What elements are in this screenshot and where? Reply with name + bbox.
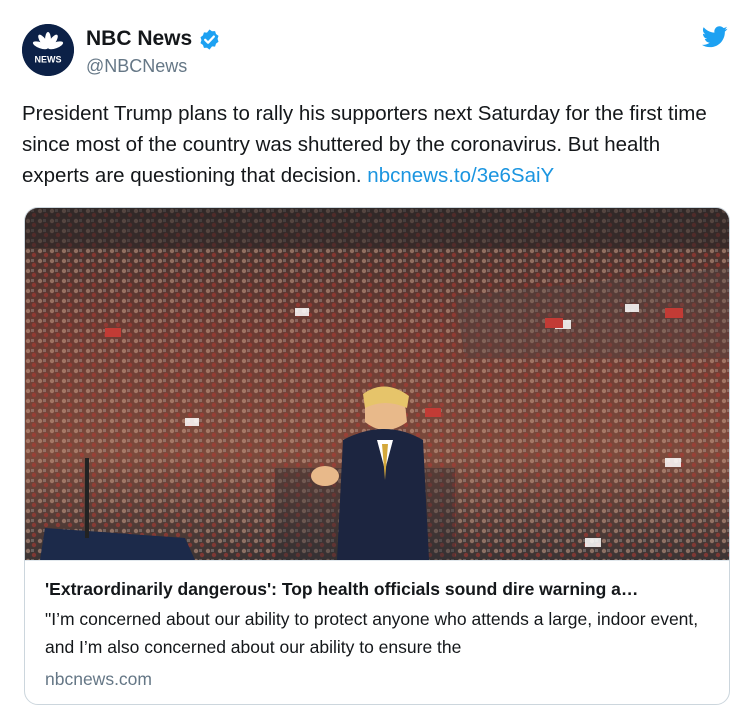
account-handle[interactable]: @NBCNews <box>86 54 221 78</box>
avatar-label: NEWS <box>35 55 62 65</box>
tweet-header: NEWS NBC News @NBCNews <box>22 22 728 82</box>
card-image[interactable] <box>25 208 729 560</box>
tweet-body: President Trump plans to rally his suppo… <box>22 102 707 187</box>
link-preview-card[interactable]: 'Extraordinarily dangerous': Top health … <box>24 207 730 705</box>
nbc-peacock-icon[interactable]: NEWS <box>22 24 74 76</box>
card-domain[interactable]: nbcnews.com <box>45 667 152 691</box>
display-name[interactable]: NBC News <box>86 26 192 52</box>
account-name-block[interactable]: NBC News @NBCNews <box>86 26 221 78</box>
card-title[interactable]: 'Extraordinarily dangerous': Top health … <box>45 577 715 601</box>
card-body[interactable]: 'Extraordinarily dangerous': Top health … <box>25 560 729 704</box>
tweet-link[interactable]: nbcnews.to/3e6SaiY <box>367 164 554 187</box>
twitter-bird-icon[interactable] <box>702 26 728 48</box>
rally-crowd-photo <box>25 208 729 560</box>
tweet-text: President Trump plans to rally his suppo… <box>22 98 728 191</box>
card-description[interactable]: "I’m concerned about our ability to prot… <box>45 605 715 661</box>
verified-badge-icon <box>200 28 219 50</box>
